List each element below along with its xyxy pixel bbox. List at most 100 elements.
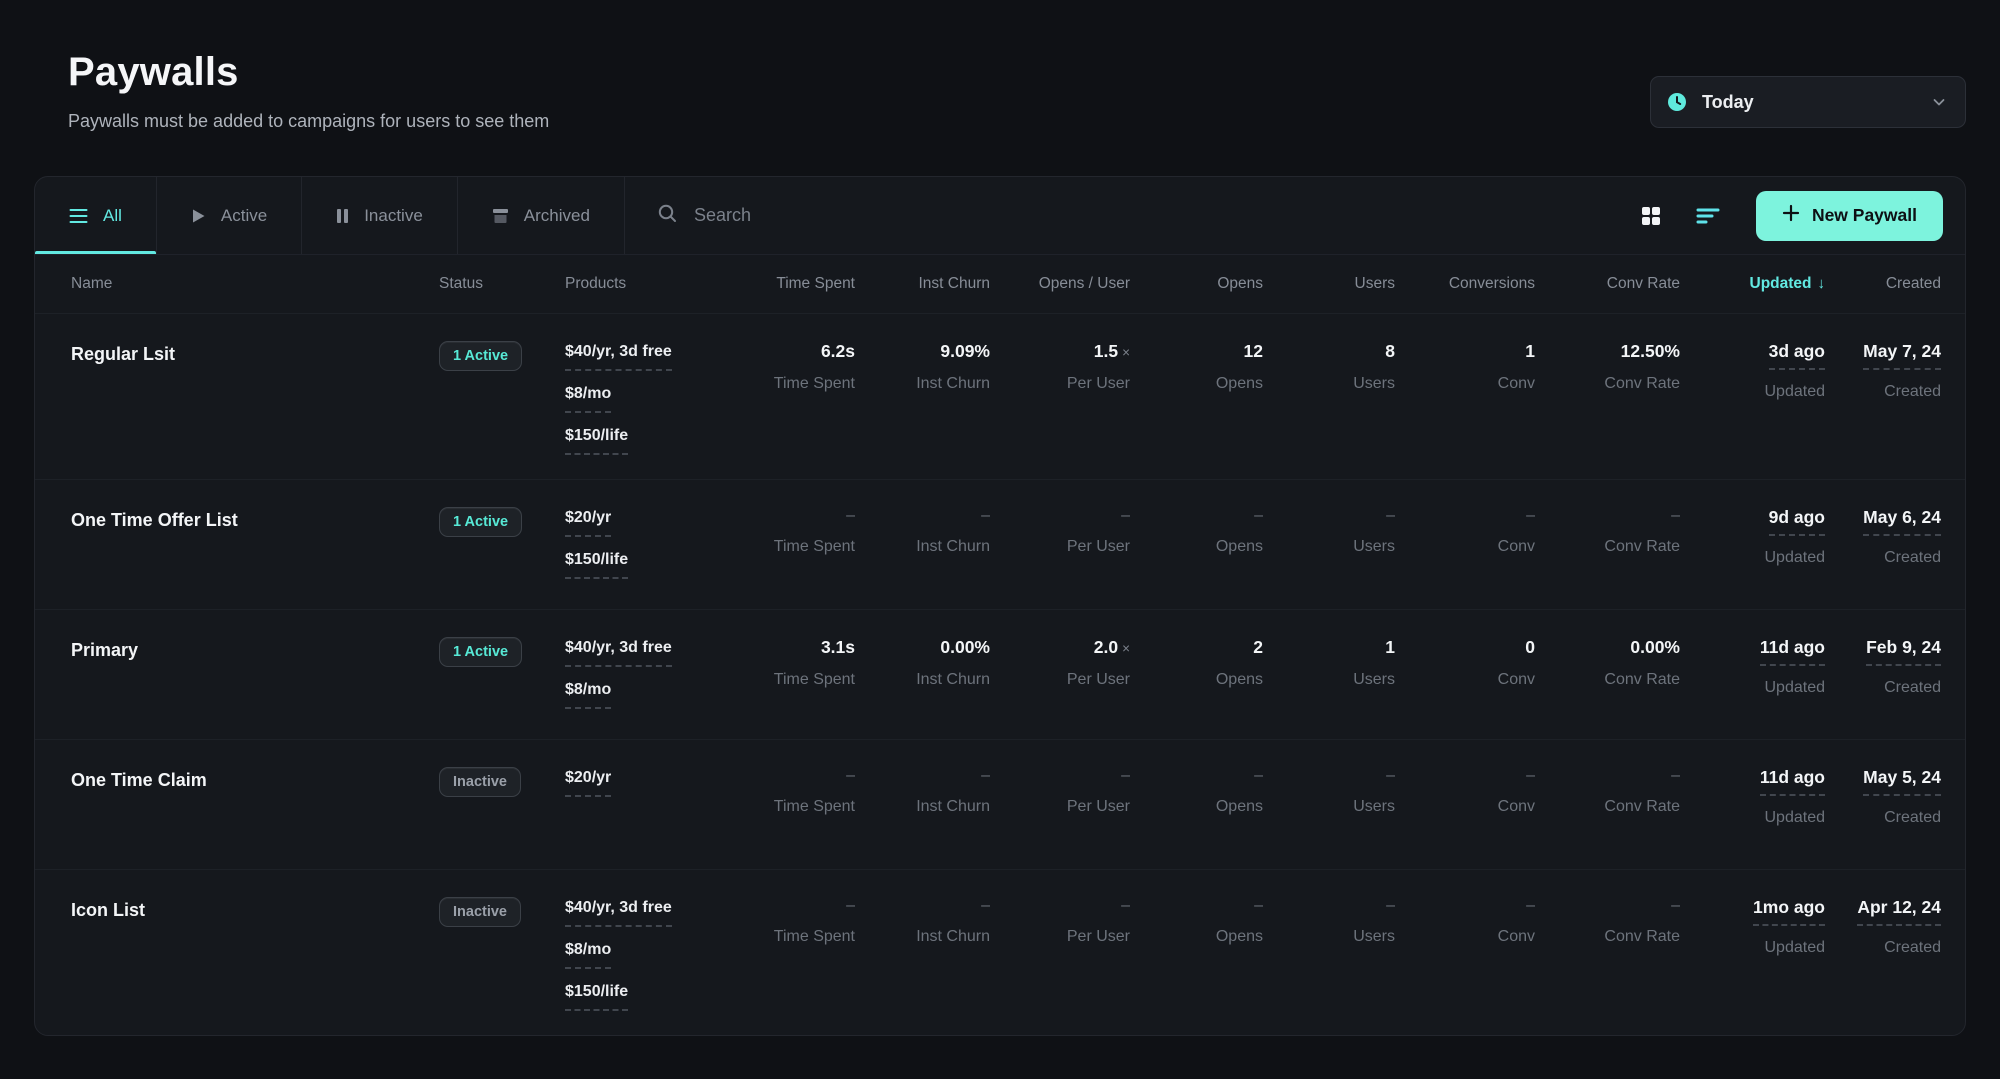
metric-label: Inst Churn: [855, 798, 990, 816]
paywall-name: Regular Lsit: [71, 341, 439, 455]
tab-active[interactable]: Active: [157, 177, 302, 254]
created-label: Created: [1825, 939, 1941, 957]
status-cell: 1 Active: [439, 341, 565, 455]
products-cell: $20/yr: [565, 767, 745, 845]
new-paywall-button[interactable]: New Paywall: [1756, 191, 1943, 241]
column-header-users[interactable]: Users: [1263, 275, 1395, 293]
metric-label: Conv Rate: [1535, 538, 1680, 556]
sort-list-icon[interactable]: [1692, 202, 1724, 230]
grid-view-icon[interactable]: [1636, 201, 1666, 231]
column-header-updated[interactable]: Updated↓: [1680, 275, 1825, 293]
created-cell: Apr 12, 24 Created: [1825, 897, 1941, 1011]
multiplier-suffix: ×: [1122, 641, 1130, 656]
table-header-row: NameStatusProductsTime SpentInst ChurnOp…: [35, 255, 1965, 313]
product-item[interactable]: $150/life: [565, 427, 628, 455]
created-value[interactable]: Apr 12, 24: [1857, 897, 1941, 926]
created-value[interactable]: May 7, 24: [1863, 341, 1941, 370]
metric-label: Inst Churn: [855, 928, 990, 946]
metric-cell-conv-rate: –Conv Rate: [1535, 507, 1680, 585]
created-label: Created: [1825, 679, 1941, 697]
product-item[interactable]: $40/yr, 3d free: [565, 899, 672, 927]
paywall-name: Icon List: [71, 897, 439, 1011]
product-item[interactable]: $8/mo: [565, 941, 611, 969]
column-header-products[interactable]: Products: [565, 275, 745, 293]
updated-label: Updated: [1680, 809, 1825, 827]
multiplier-suffix: ×: [1122, 345, 1130, 360]
table-row[interactable]: One Time Offer List 1 Active $20/yr$150/…: [35, 479, 1965, 609]
metric-cell-conversions: –Conv: [1395, 767, 1535, 845]
status-cell: Inactive: [439, 897, 565, 1011]
product-item[interactable]: $40/yr, 3d free: [565, 639, 672, 667]
metric-value: –: [745, 897, 855, 915]
table-row[interactable]: One Time Claim Inactive $20/yr –Time Spe…: [35, 739, 1965, 869]
table-row[interactable]: Regular Lsit 1 Active $40/yr, 3d free $8/…: [35, 313, 1965, 479]
metric-value: 1: [1263, 637, 1395, 658]
metric-label: Time Spent: [745, 798, 855, 816]
metric-value: –: [1130, 507, 1263, 525]
updated-value[interactable]: 3d ago: [1769, 341, 1825, 370]
metric-cell-users: 8Users: [1263, 341, 1395, 455]
product-item[interactable]: $20/yr: [565, 769, 611, 797]
table-row[interactable]: Primary 1 Active $40/yr, 3d free$8/mo 3.…: [35, 609, 1965, 739]
updated-value[interactable]: 1mo ago: [1753, 897, 1825, 926]
metric-value: –: [1535, 767, 1680, 785]
metric-value: –: [1535, 897, 1680, 915]
metric-cell-conv-rate: –Conv Rate: [1535, 767, 1680, 845]
tab-all[interactable]: All: [35, 177, 157, 254]
date-filter-dropdown[interactable]: Today: [1650, 76, 1966, 128]
column-header-opens[interactable]: Opens: [1130, 275, 1263, 293]
tab-label: Active: [221, 206, 267, 226]
products-cell: $40/yr, 3d free $8/mo $150/life: [565, 341, 745, 455]
product-item[interactable]: $20/yr: [565, 509, 611, 537]
metric-cell-conversions: 1Conv: [1395, 341, 1535, 455]
updated-cell: 3d ago Updated: [1680, 341, 1825, 455]
status-cell: 1 Active: [439, 507, 565, 585]
metric-value: 8: [1263, 341, 1395, 362]
product-item[interactable]: $8/mo: [565, 385, 611, 413]
column-header-time-spent[interactable]: Time Spent: [745, 275, 855, 293]
status-badge: Inactive: [439, 767, 521, 797]
created-value[interactable]: May 6, 24: [1863, 507, 1941, 536]
updated-value[interactable]: 11d ago: [1760, 637, 1825, 666]
metric-cell-opens: –Opens: [1130, 507, 1263, 585]
column-header-conv-rate[interactable]: Conv Rate: [1535, 275, 1680, 293]
product-item[interactable]: $40/yr, 3d free: [565, 343, 672, 371]
updated-value[interactable]: 11d ago: [1760, 767, 1825, 796]
column-header-name[interactable]: Name: [71, 275, 439, 293]
updated-value[interactable]: 9d ago: [1769, 507, 1825, 536]
table-row[interactable]: Icon List Inactive $40/yr, 3d free $8/mo $…: [35, 869, 1965, 1035]
column-header-status[interactable]: Status: [439, 275, 565, 293]
column-header-opens-user[interactable]: Opens / User: [990, 275, 1130, 293]
metric-cell-conv-rate: –Conv Rate: [1535, 897, 1680, 1011]
column-header-created[interactable]: Created: [1825, 275, 1941, 293]
created-value[interactable]: May 5, 24: [1863, 767, 1941, 796]
metric-label: Inst Churn: [855, 671, 990, 689]
metric-cell-opens: –Opens: [1130, 767, 1263, 845]
product-item[interactable]: $150/life: [565, 983, 628, 1011]
tab-inactive[interactable]: Inactive: [302, 177, 458, 254]
play-icon: [191, 208, 206, 224]
sort-arrow-icon: ↓: [1818, 275, 1826, 292]
created-label: Created: [1825, 549, 1941, 567]
metric-label: Inst Churn: [855, 375, 990, 393]
metric-label: Time Spent: [745, 671, 855, 689]
product-item[interactable]: $8/mo: [565, 681, 611, 709]
metric-cell-opens-per-user: –Per User: [990, 507, 1130, 585]
created-cell: Feb 9, 24 Created: [1825, 637, 1941, 715]
metric-value: 0.00%: [855, 637, 990, 658]
metric-value: –: [855, 507, 990, 525]
chevron-down-icon: [1931, 94, 1947, 110]
metric-cell-opens: 12Opens: [1130, 341, 1263, 455]
status-badge: 1 Active: [439, 341, 522, 371]
created-value[interactable]: Feb 9, 24: [1866, 637, 1941, 666]
metric-cell-time-spent: 3.1sTime Spent: [745, 637, 855, 715]
metric-cell-inst-churn: –Inst Churn: [855, 507, 990, 585]
column-header-inst-churn[interactable]: Inst Churn: [855, 275, 990, 293]
product-item[interactable]: $150/life: [565, 551, 628, 579]
metric-value: 12.50%: [1535, 341, 1680, 362]
search-input[interactable]: [694, 205, 1636, 226]
updated-label: Updated: [1680, 939, 1825, 957]
metric-cell-users: –Users: [1263, 767, 1395, 845]
tab-archived[interactable]: Archived: [458, 177, 625, 254]
column-header-conversions[interactable]: Conversions: [1395, 275, 1535, 293]
